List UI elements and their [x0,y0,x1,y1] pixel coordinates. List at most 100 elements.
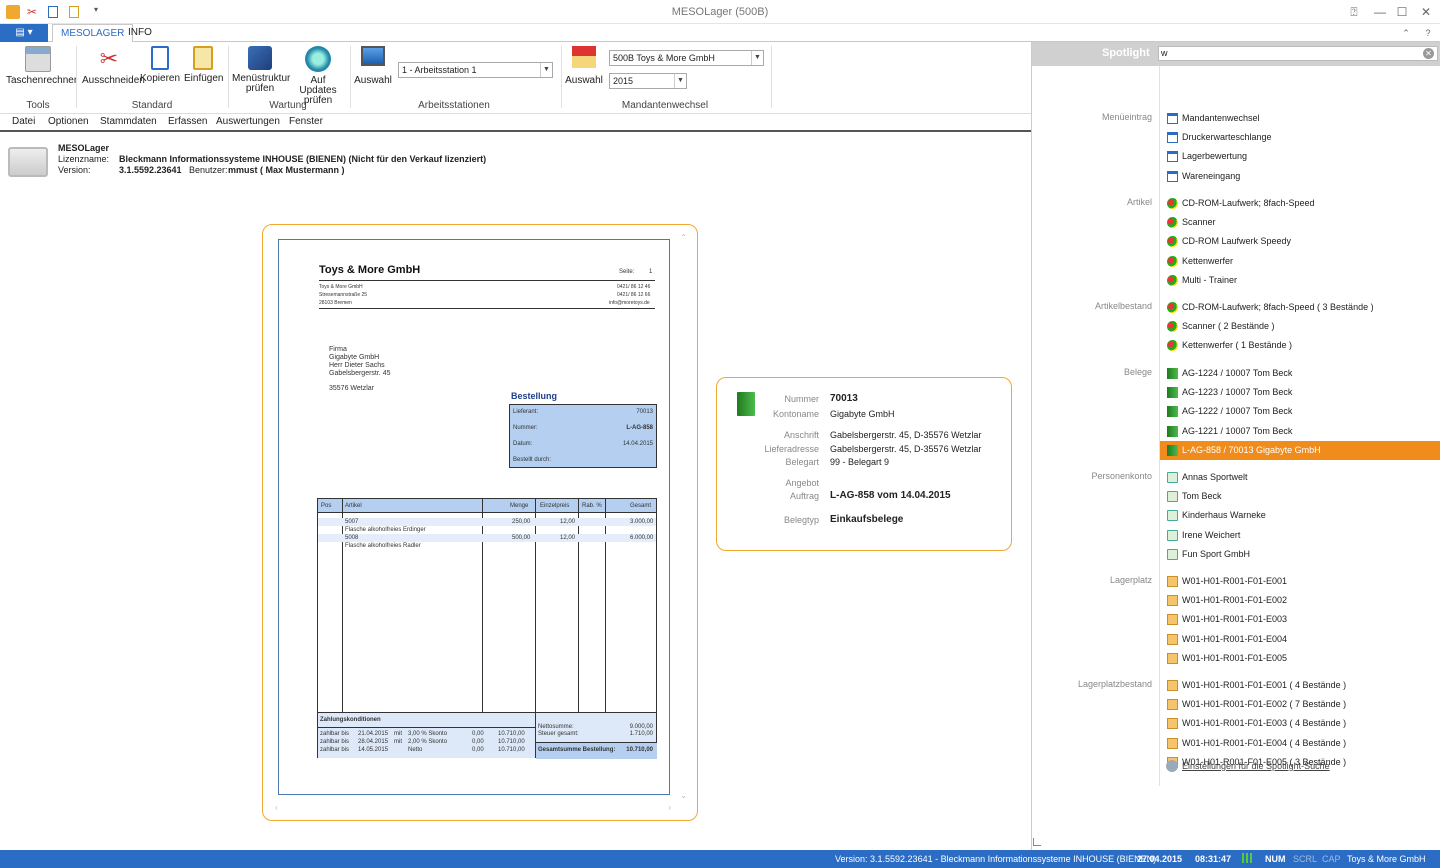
spotlight-item-artikelbestand[interactable]: CD-ROM-Laufwerk; 8fach-Speed ( 3 Beständ… [1160,298,1440,317]
spotlight-item-personenkonto[interactable]: Irene Weichert [1160,526,1440,545]
detail-label: Belegtyp [783,515,819,525]
order-field-value: L-AG-858 [626,425,653,431]
storage-box-icon [1167,718,1178,730]
calculator-label: Taschenrechner [6,75,78,86]
spotlight-item-label: Irene Weichert [1182,529,1241,540]
spotlight-item-belege[interactable]: AG-1223 / 10007 Tom Beck [1160,383,1440,402]
doc-page-no: 1 [649,269,653,275]
menu-check-icon [248,46,272,70]
resize-grip-icon[interactable] [1033,838,1041,846]
chevron-down-icon: ▼ [751,51,763,65]
company-dropdown[interactable]: 500B Toys & More GmbH ▼ [609,50,764,66]
menu-structure-button[interactable]: Menüstruktur prüfen [232,46,291,94]
client-select-button[interactable]: Auswahl [565,46,603,86]
spotlight-item-artikelbestand[interactable]: Kettenwerfer ( 1 Bestände ) [1160,336,1440,355]
address-line: Firma [329,346,347,353]
spotlight-settings-link[interactable]: Einstellungen für die Spotlight-Suche [1182,761,1330,771]
spotlight-item-artikel[interactable]: CD-ROM-Laufwerk; 8fach-Speed [1160,194,1440,213]
minimize-icon[interactable]: — [1372,4,1388,20]
address-line: Gabelsbergerstr. 45 [329,370,391,377]
document-preview-panel[interactable]: Toys & More GmbH Seite: 1 Toys & More Gm… [262,224,698,821]
ribbon-help-icon[interactable]: ? [1420,25,1436,41]
spotlight-item-lagerplatz[interactable]: W01-H01-R001-F01-E003 [1160,610,1440,629]
status-num: NUM [1265,854,1286,864]
article-icon [1167,198,1178,209]
clear-search-icon[interactable]: ✕ [1423,48,1434,59]
spotlight-item-label: CD-ROM-Laufwerk; 8fach-Speed ( 3 Beständ… [1182,302,1374,312]
check-updates-button[interactable]: Auf Updates prüfen [292,46,344,106]
status-scrl: SCRL [1293,854,1318,864]
payment-date: 21.04.2015 [358,731,389,737]
spotlight-item-lagerplatzbestand[interactable]: W01-H01-R001-F01-E001 ( 4 Bestände ) [1160,676,1440,695]
totals-section: Nettosumme: 9.000,00 Steuer gesamt: 1.71… [535,712,657,759]
scroll-left-icon[interactable]: ‹ [275,803,278,812]
scroll-right-icon[interactable]: › [668,803,671,812]
scroll-down-icon[interactable]: ⌄ [680,791,687,800]
app-name: MESOLager [58,143,110,153]
spotlight-item-belege[interactable]: AG-1224 / 10007 Tom Beck [1160,364,1440,383]
payment-section: Zahlungskonditionen zahlbar bis 21.04.20… [318,712,535,758]
close-icon[interactable]: ✕ [1418,4,1434,20]
chevron-down-icon: ▼ [674,74,686,88]
spotlight-item-personenkonto[interactable]: Tom Beck [1160,487,1440,506]
storage-box-icon [1167,576,1178,587]
row-quantity: 250,00 [512,519,531,525]
menu-fenster[interactable]: Fenster [289,116,323,127]
menu-auswertungen[interactable]: Auswertungen [216,116,280,127]
menu-stammdaten[interactable]: Stammdaten [100,116,157,127]
maximize-icon[interactable]: ☐ [1394,4,1410,20]
spotlight-item-personenkonto[interactable]: Fun Sport GmbH [1160,545,1440,564]
copy-button[interactable]: Kopieren [140,46,180,84]
article-icon [1167,217,1178,229]
spotlight-item-label: Mandantenwechsel [1182,113,1260,123]
detail-label: Nummer [784,394,819,404]
spotlight-item-lagerplatzbestand[interactable]: W01-H01-R001-F01-E002 ( 7 Bestände ) [1160,695,1440,714]
spotlight-item-personenkonto[interactable]: Annas Sportwelt [1160,468,1440,487]
payment-date: 28.04.2015 [358,739,389,745]
spotlight-search-input[interactable]: w ✕ [1158,46,1438,61]
tab-info[interactable]: INFO [120,24,160,42]
spotlight-item-menu[interactable]: Druckerwarteschlange [1160,128,1440,147]
year-dropdown[interactable]: 2015 ▼ [609,73,687,89]
spotlight-item-label: Kinderhaus Warneke [1182,510,1266,521]
article-icon [1167,255,1178,267]
payment-discount: 0,00 [472,747,484,753]
spotlight-item-lagerplatz[interactable]: W01-H01-R001-F01-E001 [1160,572,1440,591]
spotlight-item-menu[interactable]: Mandantenwechsel [1160,109,1440,128]
help-icon[interactable]: ⍰ [1346,4,1362,20]
cut-button[interactable]: ✂ Ausschneiden [82,46,145,86]
spotlight-item-lagerplatzbestand[interactable]: W01-H01-R001-F01-E003 ( 4 Bestände ) [1160,714,1440,733]
file-menu-button[interactable]: ▤ ▾ [0,24,48,42]
spotlight-item-belege[interactable]: AG-1221 / 10007 Tom Beck [1160,422,1440,441]
spotlight-item-artikel[interactable]: Multi - Trainer [1160,271,1440,290]
storage-box-icon [1167,737,1178,749]
spotlight-item-lagerplatz[interactable]: W01-H01-R001-F01-E002 [1160,591,1440,610]
spotlight-item-belege[interactable]: L-AG-858 / 70013 Gigabyte GmbH [1160,440,1440,460]
scroll-up-icon[interactable]: ⌃ [680,233,687,242]
group-label-standard: Standard [131,100,173,111]
spotlight-item-lagerplatz[interactable]: W01-H01-R001-F01-E005 [1160,649,1440,668]
table-row [318,534,656,542]
menu-datei[interactable]: Datei [12,116,35,127]
spotlight-item-artikel[interactable]: Scanner [1160,213,1440,232]
spotlight-item-lagerplatzbestand[interactable]: W01-H01-R001-F01-E004 ( 4 Bestände ) [1160,734,1440,753]
spotlight-item-artikelbestand[interactable]: Scanner ( 2 Bestände ) [1160,317,1440,336]
collapse-ribbon-icon[interactable]: ⌃ [1398,25,1414,41]
spotlight-item-personenkonto[interactable]: Kinderhaus Warneke [1160,506,1440,525]
calculator-button[interactable]: Taschenrechner [6,46,77,86]
workstation-select-button[interactable]: Auswahl [354,46,392,86]
copy-label: Kopieren [140,73,181,84]
workstation-dropdown[interactable]: 1 - Arbeitsstation 1 ▼ [398,62,553,78]
spotlight-item-artikel[interactable]: Kettenwerfer [1160,252,1440,271]
spotlight-item-artikel[interactable]: CD-ROM Laufwerk Speedy [1160,232,1440,251]
paste-button[interactable]: Einfügen [184,46,223,84]
spotlight-item-belege[interactable]: AG-1222 / 10007 Tom Beck [1160,402,1440,421]
menu-check-label: Menüstruktur prüfen [232,73,291,94]
spotlight-item-menu[interactable]: Lagerbewertung [1160,147,1440,166]
spotlight-item-menu[interactable]: Wareneingang [1160,167,1440,186]
spotlight-item-label: Fun Sport GmbH [1182,548,1251,559]
menu-erfassen[interactable]: Erfassen [168,116,207,127]
spotlight-item-lagerplatz[interactable]: W01-H01-R001-F01-E004 [1160,630,1440,649]
items-table: Pos Artikel Menge Einzelpreis Rab. % Ges… [317,498,657,759]
menu-optionen[interactable]: Optionen [48,116,89,127]
